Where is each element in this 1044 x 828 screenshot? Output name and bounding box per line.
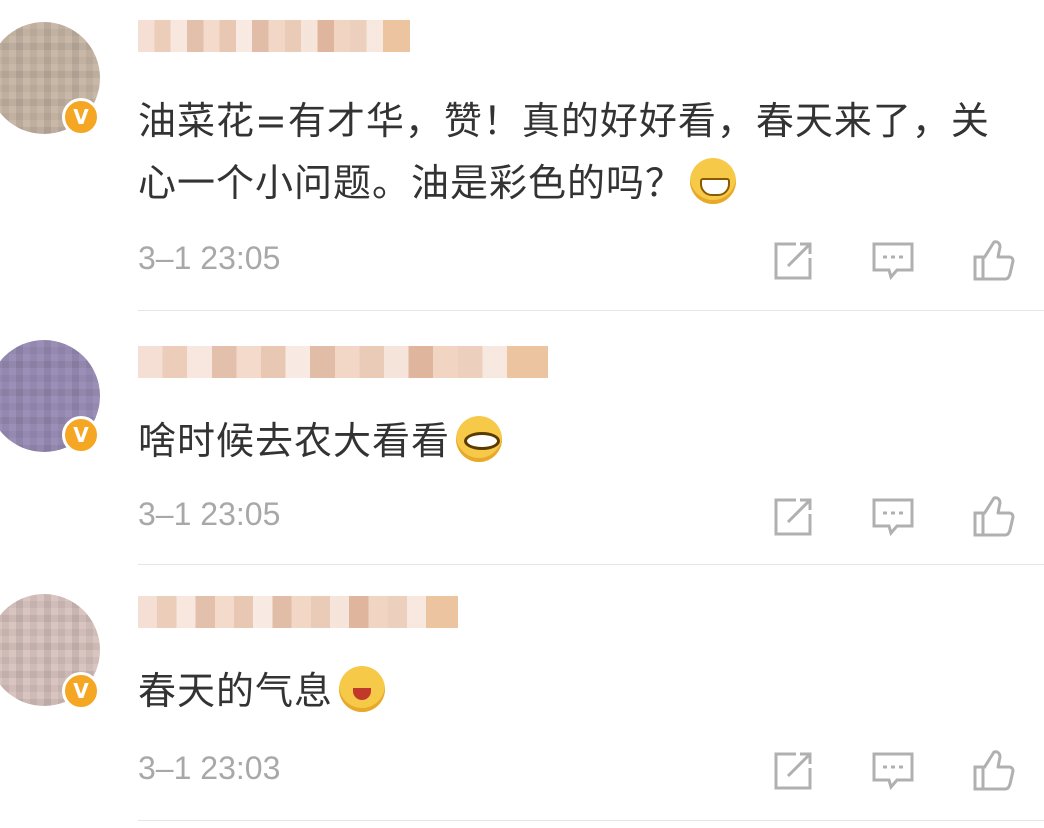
divider bbox=[138, 310, 1044, 311]
username-redacted[interactable] bbox=[138, 596, 458, 628]
verified-badge: V bbox=[62, 416, 100, 454]
comment-icon[interactable] bbox=[870, 494, 916, 540]
comment-text: 啥时候去农大看看 bbox=[138, 410, 1008, 472]
crying-laughing-emoji-icon bbox=[339, 666, 386, 712]
comment-time: 3–1 23:03 bbox=[138, 750, 281, 786]
comment-text: 油菜花=有才华，赞！真的好好看，春天来了，关心一个小问题。油是彩色的吗？ bbox=[138, 99, 990, 205]
comment-time: 3–1 23:05 bbox=[138, 496, 281, 532]
comment-text: 春天的气息 bbox=[138, 660, 1008, 722]
comment-actions bbox=[770, 238, 1016, 284]
username-redacted[interactable] bbox=[138, 346, 548, 378]
verified-badge: V bbox=[62, 98, 100, 136]
comment-actions bbox=[770, 494, 1016, 540]
comment-actions bbox=[770, 748, 1016, 794]
like-icon[interactable] bbox=[970, 238, 1016, 284]
grinning-emoji-icon bbox=[690, 158, 737, 204]
comment-item: V 啥时候去农大看看 3–1 23:05 bbox=[0, 312, 1044, 566]
repost-icon[interactable] bbox=[770, 494, 816, 540]
like-icon[interactable] bbox=[970, 748, 1016, 794]
divider bbox=[138, 820, 1044, 821]
comment-item: V 油菜花=有才华，赞！真的好好看，春天来了，关心一个小问题。油是彩色的吗？ 3… bbox=[0, 0, 1044, 312]
repost-icon[interactable] bbox=[770, 748, 816, 794]
verified-badge: V bbox=[62, 672, 100, 710]
comment-time: 3–1 23:05 bbox=[138, 240, 281, 276]
comment-icon[interactable] bbox=[870, 748, 916, 794]
comment-icon[interactable] bbox=[870, 238, 916, 284]
comment-item: V 春天的气息 3–1 23:03 bbox=[0, 566, 1044, 828]
peeking-emoji-icon bbox=[456, 416, 503, 462]
username-redacted[interactable] bbox=[138, 20, 410, 52]
like-icon[interactable] bbox=[970, 494, 1016, 540]
repost-icon[interactable] bbox=[770, 238, 816, 284]
divider bbox=[138, 564, 1044, 565]
